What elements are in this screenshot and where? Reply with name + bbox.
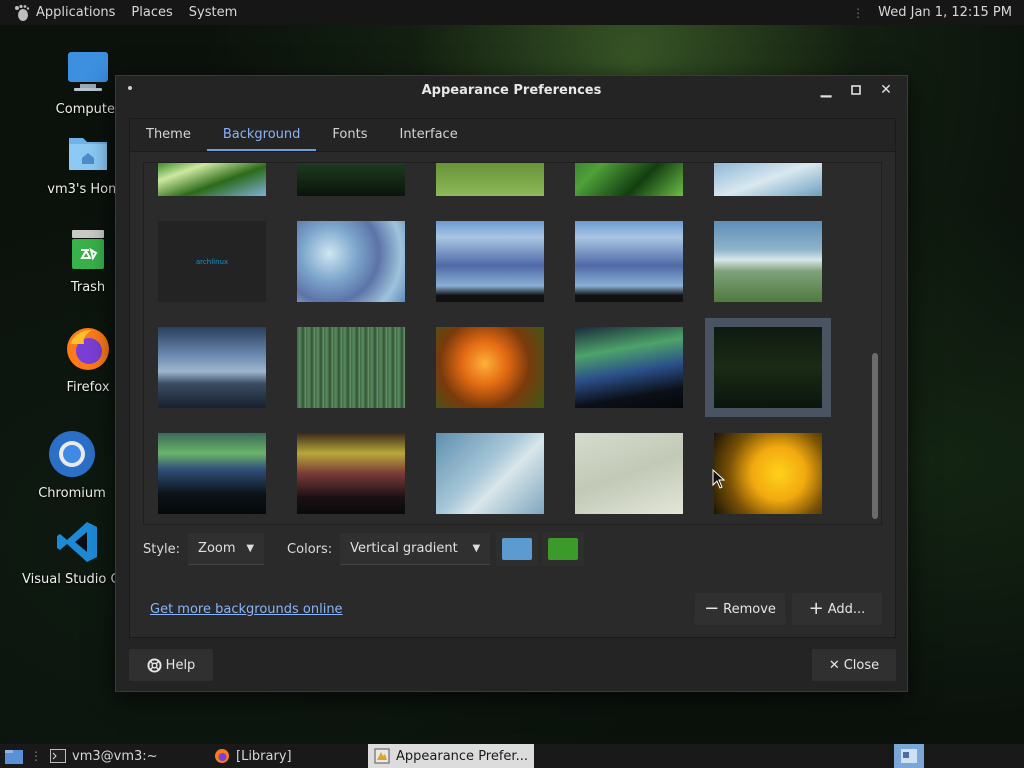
minus-icon: − — [704, 598, 720, 619]
wallpaper-thumbnail[interactable] — [436, 221, 544, 302]
wallpaper-thumbnail[interactable] — [575, 433, 683, 514]
wallpaper-thumbnail[interactable] — [158, 327, 266, 408]
terminal-icon — [50, 749, 66, 763]
taskbar-drag-handle-icon: ⋮ — [30, 749, 42, 763]
wallpaper-thumbnail[interactable] — [575, 221, 683, 302]
bottom-taskbar: ⋮ vm3@vm3:~ [Library] Appearance Prefer.… — [0, 744, 1024, 768]
tab-fonts[interactable]: Fonts — [316, 119, 383, 151]
style-label: Style: — [143, 541, 181, 557]
add-button[interactable]: + Add... — [792, 593, 882, 625]
clock[interactable]: Wed Jan 1, 12:15 PM — [878, 5, 1012, 20]
tab-background[interactable]: Background — [206, 119, 317, 151]
panel-drag-handle-icon: ⋮ — [852, 5, 865, 20]
style-combo[interactable]: Zoom ▼ — [188, 533, 265, 565]
firefox-icon — [215, 749, 229, 763]
close-x-icon: ✕ — [828, 657, 840, 673]
task-appearance-preferences[interactable]: Appearance Prefer... — [368, 744, 534, 768]
menu-applications[interactable]: Applications — [36, 5, 115, 20]
chromium-icon — [22, 430, 122, 482]
secondary-color-swatch — [548, 538, 579, 560]
get-more-backgrounds-link[interactable]: Get more backgrounds online — [150, 602, 343, 617]
wallpaper-thumbnail[interactable] — [297, 221, 405, 302]
wallpaper-thumbnail[interactable] — [436, 163, 544, 196]
wallpaper-thumbnail-archlinux[interactable]: archlinux — [158, 221, 266, 302]
wallpaper-thumbnail[interactable] — [714, 433, 822, 514]
secondary-color-button[interactable] — [542, 532, 585, 566]
top-panel: Applications Places System ⋮ Wed Jan 1, … — [0, 0, 1024, 25]
gnome-foot-icon[interactable] — [12, 3, 32, 23]
wallpaper-thumbnail[interactable] — [158, 163, 266, 196]
close-icon[interactable]: ✕ — [871, 80, 901, 100]
workspace-switcher[interactable] — [894, 744, 924, 768]
wallpaper-thumbnail[interactable] — [297, 433, 405, 514]
wallpaper-thumbnail[interactable] — [714, 163, 822, 196]
mouse-cursor-icon — [712, 468, 726, 493]
colors-combo[interactable]: Vertical gradient ▼ — [340, 533, 491, 565]
tab-bar: Theme Background Fonts Interface — [130, 119, 895, 152]
tab-interface[interactable]: Interface — [383, 119, 473, 151]
plus-icon: + — [808, 598, 824, 619]
menu-places[interactable]: Places — [131, 5, 172, 20]
maximize-icon[interactable] — [841, 80, 871, 100]
tab-theme[interactable]: Theme — [130, 119, 207, 151]
window-titlebar[interactable]: Appearance Preferences ▁ ✕ — [116, 76, 907, 104]
preferences-notebook: Theme Background Fonts Interface archlin… — [129, 118, 896, 638]
window-title: Appearance Preferences — [421, 82, 602, 98]
chevron-down-icon: ▼ — [246, 543, 255, 554]
primary-color-button[interactable] — [496, 532, 539, 566]
minimize-icon[interactable]: ▁ — [811, 80, 841, 100]
colors-label: Colors: — [287, 541, 333, 557]
wallpaper-thumbnail[interactable] — [297, 163, 405, 196]
show-desktop-button[interactable] — [0, 744, 28, 768]
chevron-down-icon: ▼ — [472, 543, 481, 554]
close-button[interactable]: ✕ Close — [812, 649, 896, 681]
task-terminal[interactable]: vm3@vm3:~ — [44, 744, 208, 768]
wallpaper-thumbnail-selected[interactable] — [705, 318, 831, 417]
window-menu-icon[interactable] — [128, 86, 132, 90]
appearance-preferences-window: Appearance Preferences ▁ ✕ Theme Backgro… — [115, 75, 908, 692]
wallpaper-thumbnail[interactable] — [158, 433, 266, 514]
show-desktop-icon — [5, 750, 23, 764]
wallpaper-thumbnail[interactable] — [575, 163, 683, 196]
help-button[interactable]: Help — [129, 649, 213, 681]
appearance-icon — [374, 748, 390, 764]
wallpaper-thumbnail[interactable] — [436, 433, 544, 514]
workspace-icon — [901, 749, 917, 763]
wallpaper-thumbnail[interactable] — [436, 327, 544, 408]
gallery-scrollbar[interactable] — [872, 353, 878, 519]
desktop-icon-chromium[interactable]: Chromium — [22, 430, 122, 501]
style-colors-row: Style: Zoom ▼ Colors: Vertical gradient … — [143, 532, 585, 566]
help-lifebuoy-icon — [147, 657, 162, 673]
background-gallery[interactable]: archlinux — [143, 162, 882, 525]
wallpaper-thumbnail[interactable] — [575, 327, 683, 408]
menu-system[interactable]: System — [189, 5, 237, 20]
remove-button[interactable]: − Remove — [695, 593, 785, 625]
primary-color-swatch — [502, 538, 533, 560]
wallpaper-thumbnail[interactable] — [297, 327, 405, 408]
task-firefox-library[interactable]: [Library] — [208, 744, 368, 768]
wallpaper-thumbnail[interactable] — [714, 221, 822, 302]
